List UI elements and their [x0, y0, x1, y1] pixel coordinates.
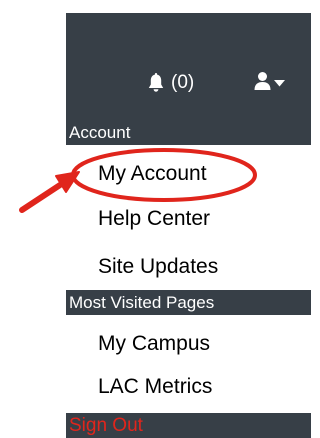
- caret-down-icon: [274, 74, 285, 92]
- most-visited-section-header: Most Visited Pages: [66, 290, 311, 315]
- pointer-arrow-shaft: [19, 182, 63, 213]
- account-dropdown-panel: (0) Account My Account Help Center Site …: [66, 13, 311, 438]
- page: (0) Account My Account Help Center Site …: [0, 0, 311, 438]
- top-navbar: (0): [66, 13, 311, 120]
- notification-count: (0): [171, 72, 195, 93]
- bell-icon: [147, 73, 165, 93]
- account-section-header: Account: [66, 120, 311, 145]
- menu-item-site-updates[interactable]: Site Updates: [98, 253, 218, 281]
- menu-item-lac-metrics[interactable]: LAC Metrics: [98, 373, 212, 401]
- notifications-button[interactable]: (0): [147, 68, 194, 98]
- menu-item-my-campus[interactable]: My Campus: [98, 330, 210, 358]
- user-menu-button[interactable]: [254, 68, 285, 98]
- sign-out-link[interactable]: Sign Out: [66, 413, 311, 438]
- user-icon: [254, 71, 271, 96]
- menu-item-help-center[interactable]: Help Center: [98, 205, 210, 233]
- menu-item-my-account[interactable]: My Account: [98, 160, 207, 188]
